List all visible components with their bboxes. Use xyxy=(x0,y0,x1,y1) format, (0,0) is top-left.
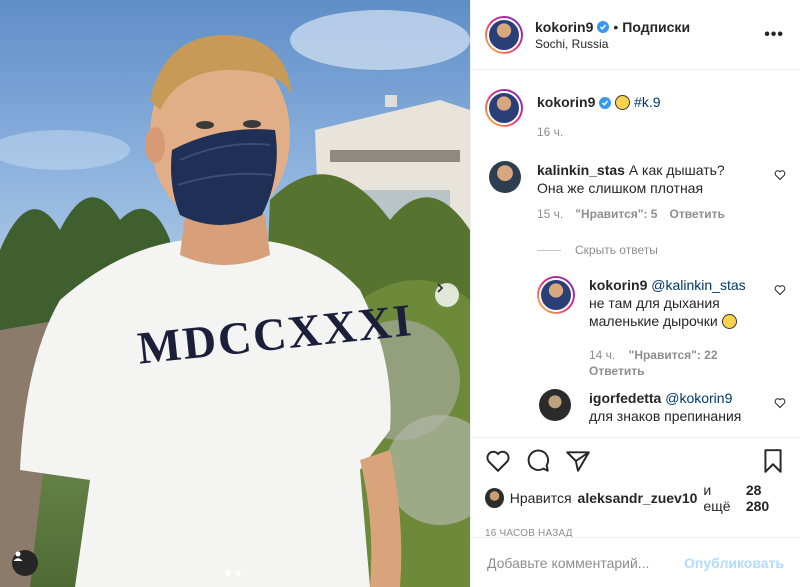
comment-icon[interactable] xyxy=(525,448,551,474)
post-side-panel: kokorin9 • Подписки Sochi, Russia ••• ko… xyxy=(470,0,800,587)
post-photo[interactable]: MDCCXXXI xyxy=(0,0,470,587)
reply-mention[interactable]: @kokorin9 xyxy=(665,390,732,406)
like-comment-icon[interactable] xyxy=(774,284,786,296)
caption-hashtag[interactable]: #k.9 xyxy=(634,94,660,110)
like-comment-icon[interactable] xyxy=(774,169,786,181)
reply-item: igorfedetta @kokorin9 для знаков препина… xyxy=(539,389,786,425)
like-comment-icon[interactable] xyxy=(774,397,786,409)
following-button[interactable]: Подписки xyxy=(622,19,690,35)
reply-button[interactable]: Ответить xyxy=(669,205,724,223)
liker-username[interactable]: aleksandr_zuev10 xyxy=(578,490,698,506)
add-comment-bar: Добавьте комментарий... Опубликовать xyxy=(471,537,800,587)
caption-username[interactable]: kokorin9 xyxy=(537,94,595,110)
commenter-avatar[interactable] xyxy=(489,161,521,193)
comment-input[interactable]: Добавьте комментарий... xyxy=(487,555,649,571)
commenter-username[interactable]: kalinkin_stas xyxy=(537,162,625,178)
reply-author-avatar[interactable] xyxy=(537,276,575,314)
comments-list[interactable]: kokorin9 #k.9 16 ч. kalinkin_stas А как … xyxy=(471,71,800,437)
share-icon[interactable] xyxy=(565,448,591,474)
caption-author-avatar[interactable] xyxy=(485,89,523,127)
action-icons xyxy=(471,438,800,482)
post-header: kokorin9 • Подписки Sochi, Russia ••• xyxy=(471,0,800,70)
likes-summary: Нравится aleksandr_zuev10 и ещё 28 280 xyxy=(471,482,800,514)
reply-mention[interactable]: @kalinkin_stas xyxy=(651,277,745,293)
author-avatar[interactable] xyxy=(485,15,523,54)
reply-username[interactable]: igorfedetta xyxy=(589,390,661,406)
separator-dot: • xyxy=(613,18,619,35)
like-icon[interactable] xyxy=(485,448,511,474)
reply-time[interactable]: 14 ч. xyxy=(589,348,615,362)
save-bookmark-icon[interactable] xyxy=(760,448,786,474)
comment-time[interactable]: 15 ч. xyxy=(537,205,563,223)
reply-likes[interactable]: "Нравится": 22 xyxy=(629,348,718,362)
hide-replies-button[interactable]: Скрыть ответы xyxy=(537,243,658,257)
smile-emoji-icon xyxy=(721,314,737,329)
likes-count[interactable]: 28 280 xyxy=(746,482,786,514)
caption-time[interactable]: 16 ч. xyxy=(537,123,563,141)
post-location[interactable]: Sochi, Russia xyxy=(535,37,690,51)
reply-button[interactable]: Ответить xyxy=(589,364,718,378)
tagged-users-button[interactable] xyxy=(12,550,38,576)
comment-likes[interactable]: "Нравится": 5 xyxy=(575,205,657,223)
verified-icon xyxy=(597,20,610,33)
reply-text: не там для дыхания маленькие дырочки xyxy=(589,295,720,329)
post-actions: Нравится aleksandr_zuev10 и ещё 28 280 1… xyxy=(471,437,800,587)
reply-username[interactable]: kokorin9 xyxy=(589,277,647,293)
likes-prefix: Нравится xyxy=(509,490,572,506)
carousel-indicators xyxy=(225,570,241,576)
carousel-dot-active xyxy=(225,570,231,576)
reply-author-avatar[interactable] xyxy=(539,389,571,421)
likes-suffix: и ещё xyxy=(703,482,731,514)
user-icon xyxy=(13,551,23,561)
publish-button[interactable]: Опубликовать xyxy=(684,555,784,571)
caption: kokorin9 #k.9 16 ч. xyxy=(485,89,786,141)
carousel-dot xyxy=(235,570,241,576)
comment-item: kalinkin_stas А как дышать? Она же слишк… xyxy=(485,161,786,223)
author-username[interactable]: kokorin9 xyxy=(535,19,593,35)
liker-avatar[interactable] xyxy=(485,488,504,508)
reply-meta: 14 ч. "Нравится": 22 Ответить xyxy=(589,348,718,378)
reply-text: для знаков препинания xyxy=(589,408,742,424)
chevron-right-icon xyxy=(437,283,444,293)
more-options-icon[interactable]: ••• xyxy=(764,26,784,44)
next-photo-button[interactable] xyxy=(435,283,459,307)
reply-item: kokorin9 @kalinkin_stas не там для дыхан… xyxy=(537,276,786,330)
verified-icon xyxy=(599,97,612,109)
smile-emoji-icon xyxy=(615,95,631,110)
